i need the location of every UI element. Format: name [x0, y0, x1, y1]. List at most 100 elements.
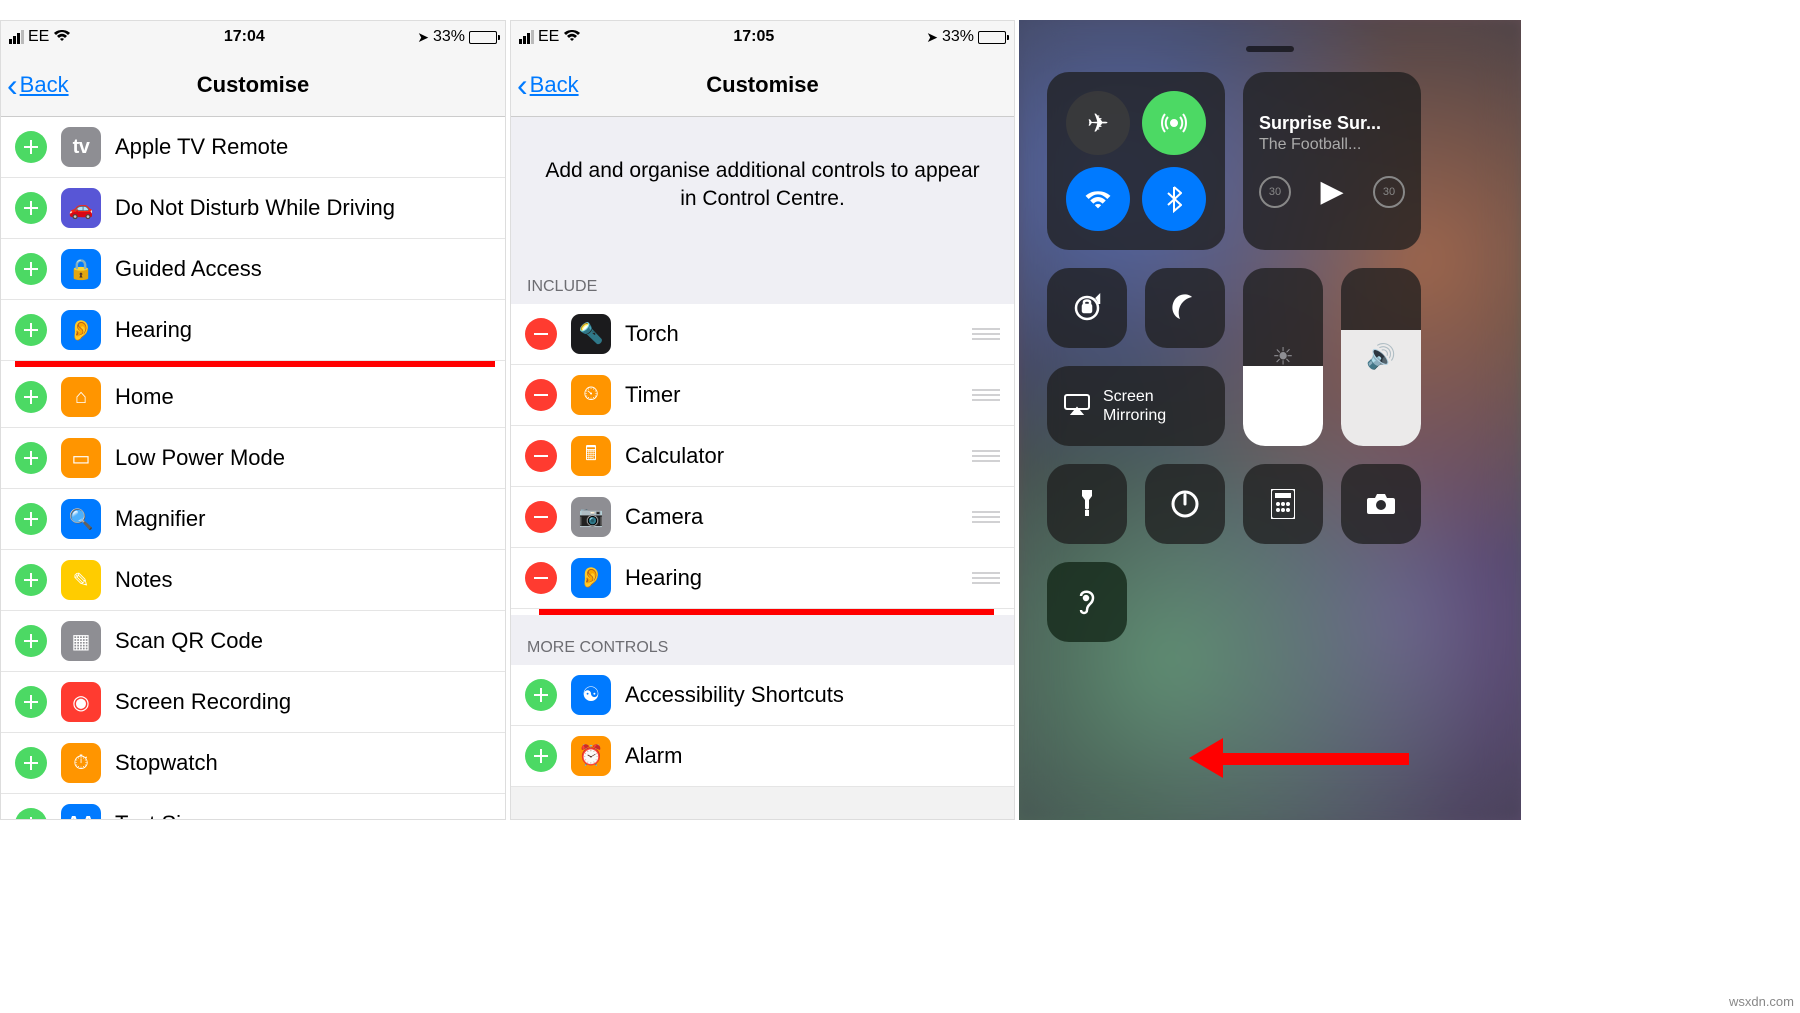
annotation-arrow — [1189, 738, 1409, 778]
brightness-slider[interactable]: ☀ — [1243, 268, 1323, 446]
list-row-notes[interactable]: ✎ Notes — [1, 550, 505, 611]
timer-button[interactable] — [1145, 464, 1225, 544]
add-button[interactable] — [15, 503, 47, 535]
volume-icon: 🔊 — [1366, 343, 1396, 372]
row-label: Magnifier — [115, 506, 491, 532]
row-label: Notes — [115, 567, 491, 593]
add-button[interactable] — [15, 381, 47, 413]
list-row-appletv[interactable]: tvApple TV Remote — [1, 117, 505, 178]
do-not-disturb-button[interactable] — [1145, 268, 1225, 348]
hearing-icon: 👂 — [571, 558, 611, 598]
list-row-lowpower[interactable]: ▭Low Power Mode — [1, 428, 505, 489]
clock: 17:04 — [224, 28, 265, 46]
add-button[interactable] — [15, 625, 47, 657]
add-button[interactable] — [15, 131, 47, 163]
volume-slider[interactable]: 🔊 — [1341, 268, 1421, 446]
more-controls-list: tvApple TV Remote🚗Do Not Disturb While D… — [1, 117, 505, 820]
remove-button[interactable] — [525, 440, 557, 472]
drag-handle-icon[interactable] — [972, 450, 1000, 462]
home-icon: ⌂ — [61, 377, 101, 417]
screenshot-3-control-center: ✈ Surprise Sur... The Football... 30 — [1019, 20, 1521, 820]
list-row-guided[interactable]: 🔒Guided Access — [1, 239, 505, 300]
screenrec-icon: ◉ — [61, 682, 101, 722]
drag-handle-icon[interactable] — [972, 389, 1000, 401]
timer-icon: ⏲ — [571, 375, 611, 415]
list-row-timer[interactable]: ⏲Timer — [511, 365, 1014, 426]
remove-button[interactable] — [525, 379, 557, 411]
row-label: Alarm — [625, 743, 1000, 769]
screen-mirroring-button[interactable]: ScreenMirroring — [1047, 366, 1225, 446]
cellular-data-button[interactable] — [1142, 91, 1206, 155]
list-row-access[interactable]: ☯Accessibility Shortcuts — [511, 665, 1014, 726]
notes-icon: ✎ — [61, 560, 101, 600]
section-include: INCLUDE — [511, 254, 1014, 304]
qr-icon: ▦ — [61, 621, 101, 661]
bluetooth-button[interactable] — [1142, 167, 1206, 231]
camera-button[interactable] — [1341, 464, 1421, 544]
page-title: Customise — [706, 72, 818, 98]
row-label: Text Size — [115, 811, 491, 820]
row-label: Screen Recording — [115, 689, 491, 715]
add-button[interactable] — [15, 314, 47, 346]
drag-handle-icon[interactable] — [972, 328, 1000, 340]
add-button[interactable] — [15, 808, 47, 820]
add-button[interactable] — [525, 740, 557, 772]
media-tile[interactable]: Surprise Sur... The Football... 30 ▶ 30 — [1243, 72, 1421, 250]
include-list: 🔦Torch⏲Timer 🖩 Calculator 📷Camera👂Hearing — [511, 304, 1014, 615]
battery-percent: 33% — [942, 28, 974, 46]
add-button[interactable] — [15, 686, 47, 718]
play-button[interactable]: ▶ — [1320, 174, 1343, 209]
wifi-icon — [563, 28, 581, 47]
back-button[interactable]: ‹ Back — [7, 72, 69, 98]
row-label: Low Power Mode — [115, 445, 491, 471]
calc-icon: 🖩 — [571, 436, 611, 476]
row-label: Calculator — [625, 443, 972, 469]
list-row-screenrec[interactable]: ◉ Screen Recording — [1, 672, 505, 733]
drag-handle-icon[interactable] — [972, 511, 1000, 523]
remove-button[interactable] — [525, 501, 557, 533]
list-row-dnd[interactable]: 🚗Do Not Disturb While Driving — [1, 178, 505, 239]
add-button[interactable] — [15, 192, 47, 224]
brightness-icon: ☀ — [1272, 343, 1294, 372]
list-row-qr[interactable]: ▦Scan QR Code — [1, 611, 505, 672]
airplane-mode-button[interactable]: ✈ — [1066, 91, 1130, 155]
list-row-stopwatch[interactable]: ⏱Stopwatch — [1, 733, 505, 794]
skip-back-button[interactable]: 30 — [1259, 176, 1291, 208]
connectivity-tile[interactable]: ✈ — [1047, 72, 1225, 250]
calculator-button[interactable] — [1243, 464, 1323, 544]
grabber-icon[interactable] — [1246, 46, 1294, 52]
torch-button[interactable] — [1047, 464, 1127, 544]
list-row-alarm[interactable]: ⏰Alarm — [511, 726, 1014, 787]
add-button[interactable] — [15, 747, 47, 779]
row-label: Accessibility Shortcuts — [625, 682, 1000, 708]
list-row-hearing[interactable]: 👂Hearing — [511, 548, 1014, 609]
remove-button[interactable] — [525, 562, 557, 594]
media-title: Surprise Sur... — [1259, 113, 1381, 134]
clock: 17:05 — [733, 28, 774, 46]
add-button[interactable] — [15, 253, 47, 285]
orientation-lock-button[interactable] — [1047, 268, 1127, 348]
list-row-torch[interactable]: 🔦Torch — [511, 304, 1014, 365]
add-button[interactable] — [15, 442, 47, 474]
magnifier-icon: 🔍 — [61, 499, 101, 539]
list-row-hearing[interactable]: 👂Hearing — [1, 300, 505, 361]
back-button[interactable]: ‹ Back — [517, 72, 579, 98]
add-button[interactable] — [15, 564, 47, 596]
skip-forward-button[interactable]: 30 — [1373, 176, 1405, 208]
wifi-button[interactable] — [1066, 167, 1130, 231]
list-row-camera[interactable]: 📷Camera — [511, 487, 1014, 548]
drag-handle-icon[interactable] — [972, 572, 1000, 584]
list-row-textsize[interactable]: AAText Size — [1, 794, 505, 820]
list-row-magnifier[interactable]: 🔍 Magnifier — [1, 489, 505, 550]
remove-button[interactable] — [525, 318, 557, 350]
hearing-button[interactable] — [1047, 562, 1127, 642]
list-row-home[interactable]: ⌂Home — [1, 367, 505, 428]
carrier-label: EE — [538, 28, 559, 46]
screenshot-2-customise-include: EE 17:05 ➤ 33% ‹ Back Customise Add and … — [510, 20, 1015, 820]
carrier-label: EE — [28, 28, 49, 46]
airplay-icon — [1063, 393, 1091, 420]
back-label: Back — [20, 72, 69, 98]
signal-bars-icon — [9, 30, 24, 44]
list-row-calc[interactable]: 🖩 Calculator — [511, 426, 1014, 487]
add-button[interactable] — [525, 679, 557, 711]
